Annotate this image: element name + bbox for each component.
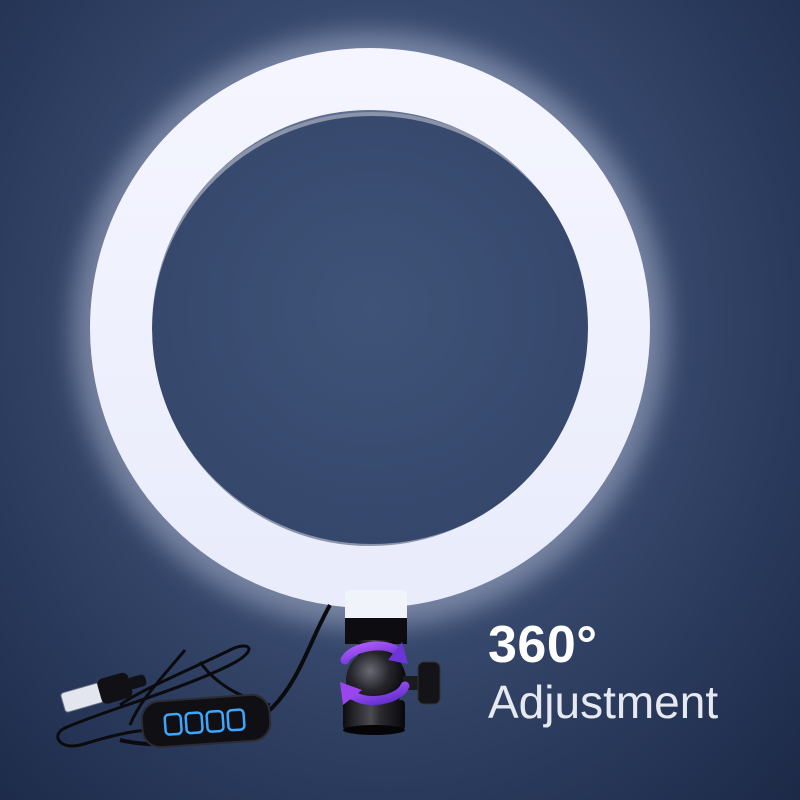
inline-controller [140, 693, 272, 749]
product-photo: 360° Adjustment [0, 0, 800, 800]
adjustment-caption: Adjustment [488, 676, 719, 728]
usb-plug [60, 672, 147, 713]
rotation-headline: 360° [488, 616, 598, 674]
